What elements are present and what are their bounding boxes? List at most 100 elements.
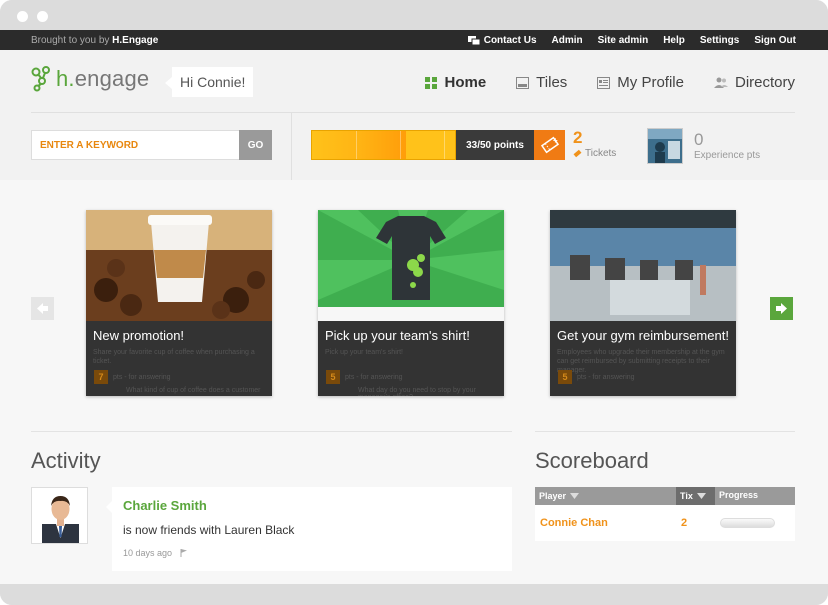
nav-tiles-label: Tiles	[536, 74, 568, 91]
tile-points-badge: 5	[558, 370, 572, 384]
logo-text: h.engage	[56, 66, 149, 92]
scoreboard-header-row: Player Tix Progress	[535, 487, 795, 505]
tile-meta: 5 pts - for answering	[558, 370, 635, 384]
tickets-summary: 2 Tickets	[573, 128, 616, 159]
activity-text: is now friends with Lauren Black	[123, 523, 295, 537]
brought-to-you-text: Brought to you by H.Engage	[31, 35, 158, 46]
activity-timestamp: 10 days ago	[123, 548, 173, 558]
flag-icon[interactable]	[180, 549, 188, 557]
users-icon	[713, 77, 728, 88]
tile-icon	[516, 76, 530, 89]
avatar[interactable]	[31, 487, 88, 544]
nav-directory[interactable]: Directory	[713, 74, 795, 91]
tshirt-image	[318, 210, 504, 321]
greeting-bubble: Hi Connie!	[164, 67, 254, 97]
search-input[interactable]	[31, 130, 239, 160]
tile-card[interactable]: New promotion! Share your favorite cup o…	[86, 210, 272, 396]
points-progress: 33/50 points +	[311, 130, 565, 160]
grid-icon	[425, 76, 438, 89]
search-go-button[interactable]: GO	[239, 130, 272, 160]
column-header-progress[interactable]: Progress	[715, 487, 795, 505]
gym-image	[550, 210, 736, 321]
contact-us-link[interactable]: Contact Us	[467, 35, 537, 46]
activity-card: Charlie Smith is now friends with Lauren…	[106, 487, 512, 571]
tile-meta-text: pts - for answering	[113, 373, 171, 381]
window-control-dot[interactable]	[37, 11, 48, 22]
header-vertical-divider	[291, 112, 292, 180]
redeem-ticket-button[interactable]: +	[534, 130, 565, 160]
brought-prefix: Brought to you by	[31, 35, 110, 46]
site-admin-link[interactable]: Site admin	[598, 35, 649, 46]
progress-bar	[720, 518, 775, 528]
user-photo-icon	[32, 488, 87, 543]
tile-question: What kind of cup of coffee does a custom…	[126, 387, 261, 394]
sort-down-icon	[696, 493, 706, 499]
nav-home-label: Home	[444, 74, 487, 91]
tile-meta-text: pts - for answering	[345, 373, 403, 381]
experience-avatar[interactable]	[647, 128, 683, 164]
tile-points-badge: 7	[94, 370, 108, 384]
ticket-small-icon	[573, 149, 582, 158]
experience-summary: 0 Experience pts	[694, 130, 760, 161]
tickets-count: 2	[573, 128, 583, 147]
table-row[interactable]: Connie Chan 2	[535, 505, 795, 541]
tiles-carousel: New promotion! Share your favorite cup o…	[0, 180, 828, 416]
main-nav: Home Tiles My Profile Directory	[425, 74, 795, 91]
tile-points-badge: 5	[326, 370, 340, 384]
coffee-image	[86, 210, 272, 321]
arrow-right-icon	[776, 303, 787, 314]
scoreboard-table: Player Tix Progress Connie Chan 2	[535, 487, 795, 541]
points-progress-fill	[312, 131, 407, 159]
arrow-left-icon	[37, 303, 48, 314]
contact-us-label: Contact Us	[483, 35, 537, 46]
ticket-icon: +	[540, 136, 559, 154]
activity-heading: Activity	[31, 448, 101, 473]
profile-icon	[597, 76, 611, 89]
tile-title: Get your gym reimbursement!	[557, 328, 729, 343]
column-header-label: Player	[539, 491, 567, 501]
column-header-player[interactable]: Player	[535, 487, 676, 505]
browser-window: Brought to you by H.Engage Contact Us Ad…	[0, 0, 828, 605]
sort-down-icon	[570, 493, 580, 499]
settings-link[interactable]: Settings	[700, 35, 739, 46]
sign-out-link[interactable]: Sign Out	[754, 35, 796, 46]
search-form: GO	[31, 130, 272, 160]
avatar-photo-icon	[648, 129, 682, 163]
logo-text-h: h.	[56, 66, 75, 91]
header: h.engage Hi Connie! Home Tiles My Profil…	[0, 50, 828, 180]
utility-nav: Contact Us Admin Site admin Help Setting…	[467, 35, 796, 46]
admin-link[interactable]: Admin	[552, 35, 583, 46]
column-header-label: Tix	[680, 491, 693, 501]
window-chrome	[0, 0, 828, 30]
tile-card[interactable]: Pick up your team's shirt! Pick up your …	[318, 210, 504, 396]
progress-segment-divider	[356, 131, 357, 159]
window-control-dot[interactable]	[17, 11, 28, 22]
logo[interactable]: h.engage	[31, 66, 149, 92]
tile-description: Share your favorite cup of coffee when p…	[93, 349, 255, 365]
nav-home[interactable]: Home	[425, 74, 486, 91]
nav-my-profile[interactable]: My Profile	[597, 74, 684, 91]
carousel-next-button[interactable]	[770, 297, 793, 320]
logo-molecule-icon	[31, 66, 50, 92]
nav-tiles[interactable]: Tiles	[516, 74, 567, 91]
logo-text-rest: engage	[74, 66, 150, 91]
points-label: 33/50 points	[456, 130, 534, 160]
player-name[interactable]: Connie Chan	[535, 517, 676, 529]
column-header-tix[interactable]: Tix	[676, 487, 715, 505]
svg-text:+: +	[553, 136, 558, 145]
tickets-label: Tickets	[585, 148, 617, 159]
carousel-prev-button[interactable]	[31, 297, 54, 320]
scoreboard-divider	[535, 431, 795, 432]
activity-user-name[interactable]: Charlie Smith	[123, 498, 207, 513]
tile-meta: 5 pts - for answering	[326, 370, 403, 384]
tile-card[interactable]: Get your gym reimbursement! Employees wh…	[550, 210, 736, 396]
header-divider	[31, 112, 795, 113]
help-link[interactable]: Help	[663, 35, 685, 46]
nav-directory-label: Directory	[734, 74, 795, 91]
top-utility-bar: Brought to you by H.Engage Contact Us Ad…	[0, 30, 828, 50]
tile-meta: 7 pts - for answering	[94, 370, 171, 384]
tile-description: Pick up your team's shirt!	[325, 349, 403, 356]
player-tix: 2	[681, 517, 688, 529]
activity-meta: 10 days ago	[123, 548, 188, 558]
player-progress	[715, 518, 795, 528]
